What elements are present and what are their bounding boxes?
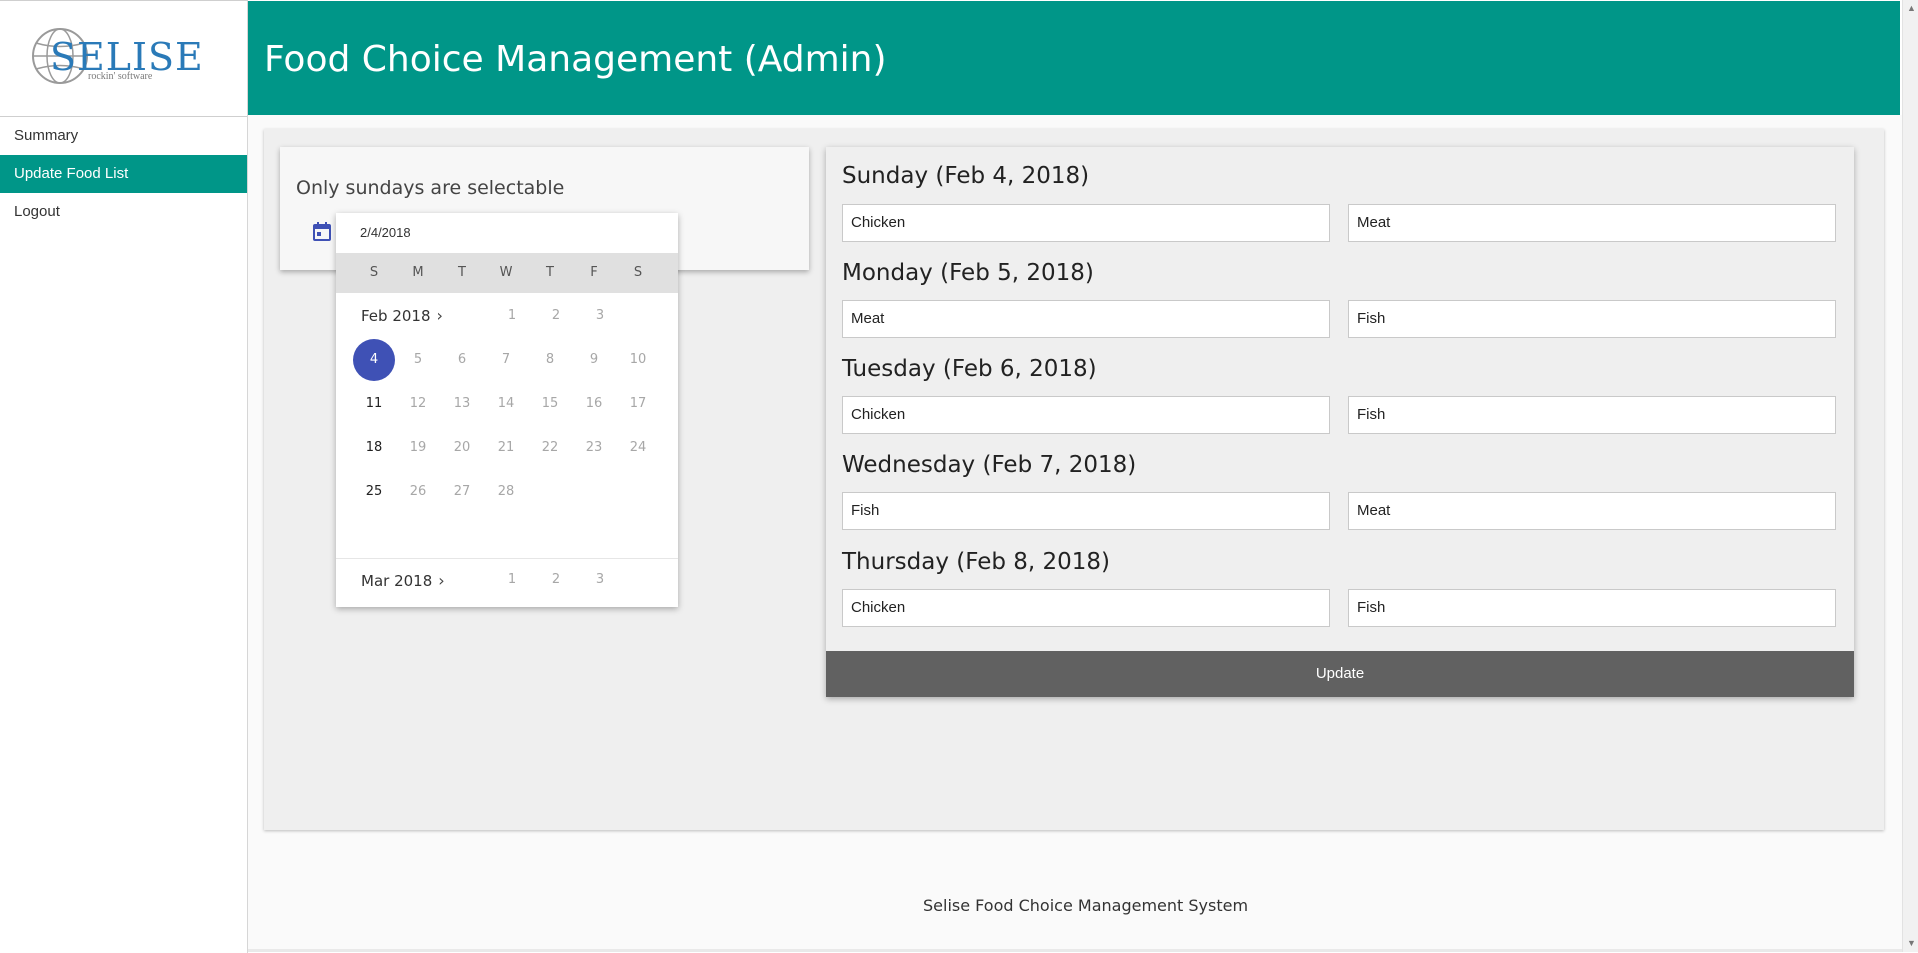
update-button[interactable]: Update	[826, 651, 1854, 697]
weekday-sun: S	[369, 265, 379, 280]
month-label-text: Feb 2018	[361, 306, 431, 325]
day-feb-9: 9	[589, 352, 599, 367]
day-feb-18[interactable]: 18	[353, 427, 395, 469]
weekday-header: S M T W T F S	[336, 253, 678, 293]
day-feb-21: 21	[497, 440, 515, 455]
day-mar-2: 2	[551, 572, 561, 587]
choice2-field-sunday[interactable]: Meat	[1348, 204, 1836, 242]
day-feb-8: 8	[545, 352, 555, 367]
day-feb-16: 16	[585, 396, 603, 411]
day-feb-22: 22	[541, 440, 559, 455]
day-feb-12: 12	[409, 396, 427, 411]
weekday-wed: W	[499, 265, 513, 280]
day-feb-14: 14	[497, 396, 515, 411]
day-feb-19: 19	[409, 440, 427, 455]
weekly-menu-card: Sunday (Feb 4, 2018) Chicken Meat Monday…	[826, 147, 1854, 697]
day-feb-2: 2	[551, 308, 561, 323]
sidebar-nav: Summary Update Food List Logout	[0, 117, 247, 231]
month-label-feb[interactable]: Feb 2018 ›	[361, 306, 443, 325]
sidebar-item-update-food-list[interactable]: Update Food List	[0, 155, 247, 193]
day-feb-11[interactable]: 11	[353, 383, 395, 425]
scroll-down-icon[interactable]: ▼	[1907, 938, 1916, 948]
day-feb-5: 5	[413, 352, 423, 367]
day-feb-1: 1	[507, 308, 517, 323]
picker-label: Only sundays are selectable	[296, 177, 565, 199]
choice1-field-sunday[interactable]: Chicken	[842, 204, 1330, 242]
choice1-field-wednesday[interactable]: Fish	[842, 492, 1330, 530]
page-scrollbar[interactable]: ▲ ▼	[1902, 0, 1918, 952]
choice2-field-wednesday[interactable]: Meat	[1348, 492, 1836, 530]
day-title-wednesday: Wednesday (Feb 7, 2018)	[842, 452, 1137, 478]
app-header: Food Choice Management (Admin)	[248, 1, 1900, 115]
weekday-fri: F	[590, 265, 598, 280]
date-picker-popup: 2/4/2018 S M T W T F S Feb 2018 › 1 2 3 …	[336, 213, 678, 607]
logo: SELISE rockin' software	[0, 1, 247, 117]
day-feb-17: 17	[629, 396, 647, 411]
day-feb-28: 28	[497, 484, 515, 499]
choice1-field-tuesday[interactable]: Chicken	[842, 396, 1330, 434]
day-feb-15: 15	[541, 396, 559, 411]
chevron-right-icon: ›	[436, 306, 443, 325]
choice1-field-thursday[interactable]: Chicken	[842, 589, 1330, 627]
logo-tagline: rockin' software	[88, 71, 153, 82]
day-title-sunday: Sunday (Feb 4, 2018)	[842, 163, 1090, 189]
footer-text: Selise Food Choice Management System	[923, 896, 1249, 915]
choice2-field-thursday[interactable]: Fish	[1348, 589, 1836, 627]
choice2-field-monday[interactable]: Fish	[1348, 300, 1836, 338]
day-feb-27: 27	[453, 484, 471, 499]
day-title-tuesday: Tuesday (Feb 6, 2018)	[842, 356, 1097, 382]
day-feb-24: 24	[629, 440, 647, 455]
chevron-right-icon: ›	[438, 571, 445, 590]
choice1-field-monday[interactable]: Meat	[842, 300, 1330, 338]
day-feb-7: 7	[501, 352, 511, 367]
date-input[interactable]: 2/4/2018	[360, 225, 411, 240]
day-feb-10: 10	[629, 352, 647, 367]
month-label-mar[interactable]: Mar 2018 ›	[361, 571, 445, 590]
day-feb-25[interactable]: 25	[353, 471, 395, 513]
choice2-field-tuesday[interactable]: Fish	[1348, 396, 1836, 434]
page-title: Food Choice Management (Admin)	[264, 39, 887, 80]
day-mar-3: 3	[595, 572, 605, 587]
weekday-mon: M	[412, 265, 424, 280]
day-feb-6: 6	[457, 352, 467, 367]
day-title-monday: Monday (Feb 5, 2018)	[842, 260, 1094, 286]
month-label-text: Mar 2018	[361, 571, 433, 590]
day-title-thursday: Thursday (Feb 8, 2018)	[842, 549, 1111, 575]
day-feb-4-selected[interactable]: 4	[353, 339, 395, 381]
sidebar-item-summary[interactable]: Summary	[0, 117, 247, 155]
weekday-sat: S	[633, 265, 643, 280]
calendar-icon[interactable]	[312, 222, 332, 242]
day-feb-20: 20	[453, 440, 471, 455]
weekday-tue: T	[458, 265, 466, 280]
scroll-up-icon[interactable]: ▲	[1907, 3, 1916, 13]
day-feb-26: 26	[409, 484, 427, 499]
sidebar: SELISE rockin' software Summary Update F…	[0, 0, 248, 953]
day-feb-23: 23	[585, 440, 603, 455]
sidebar-item-logout[interactable]: Logout	[0, 193, 247, 231]
weekday-thu: T	[546, 265, 554, 280]
day-mar-1: 1	[507, 572, 517, 587]
day-feb-3: 3	[595, 308, 605, 323]
scroll-thumb[interactable]	[1906, 18, 1916, 928]
day-feb-13: 13	[453, 396, 471, 411]
